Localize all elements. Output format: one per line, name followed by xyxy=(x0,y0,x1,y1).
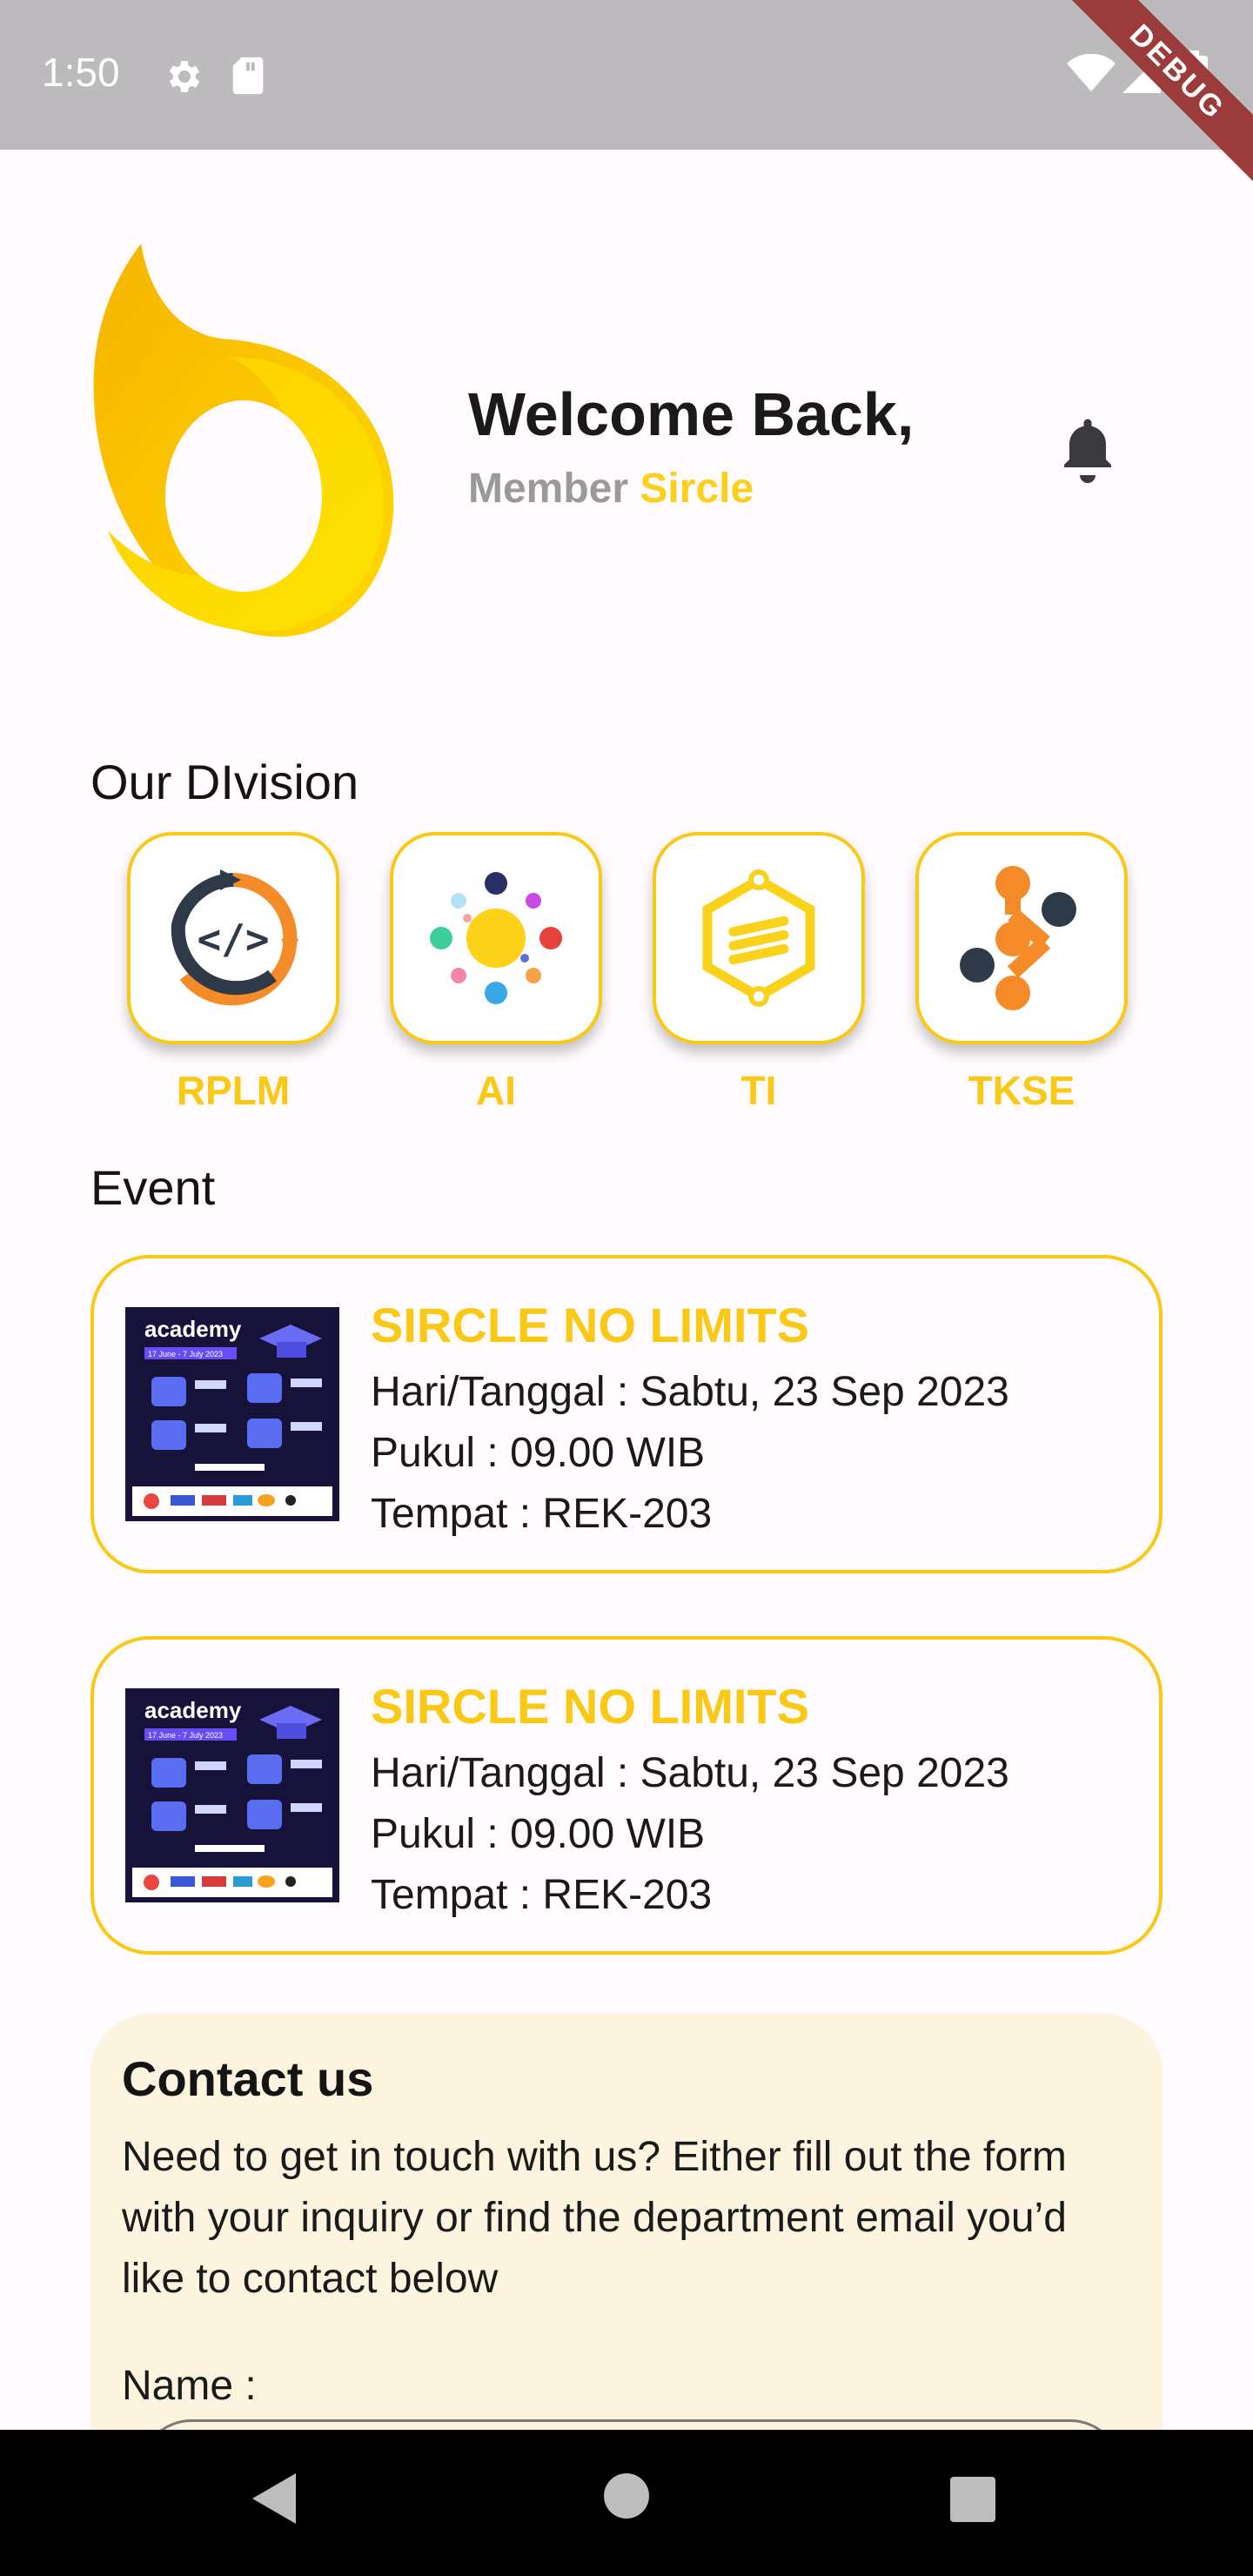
division-item-tkse[interactable]: TKSE xyxy=(915,832,1128,1114)
event-poster-image: academy 17 June - 7 July 2023 xyxy=(125,1307,339,1521)
division-label-ti: TI xyxy=(740,1068,777,1113)
division-label-rplm: RPLM xyxy=(176,1068,291,1113)
division-item-ti[interactable]: TI xyxy=(653,832,865,1114)
division-card-ai[interactable] xyxy=(390,832,602,1044)
poster-dates: 17 June - 7 July 2023 xyxy=(148,1350,223,1358)
division-item-ai[interactable]: AI xyxy=(390,832,602,1114)
node-share-icon xyxy=(960,866,1076,1010)
settings-icon xyxy=(169,61,200,92)
poster-title: academy xyxy=(144,1316,242,1342)
name-label: Name : xyxy=(122,2363,257,2409)
poster-title: academy xyxy=(144,1697,242,1723)
svg-text:</>: </> xyxy=(197,916,269,963)
member-subtitle: Member Sircle xyxy=(468,465,754,513)
event-title: SIRCLE NO LIMITS xyxy=(371,1298,809,1352)
status-bar: 1:50 DEBUG xyxy=(0,0,1253,191)
event-time: Pukul : 09.00 WIB xyxy=(371,1811,706,1857)
event-date: Hari/Tanggal : Sabtu, 23 Sep 2023 xyxy=(371,1369,1009,1415)
event-title: SIRCLE NO LIMITS xyxy=(371,1679,809,1734)
division-card-rplm[interactable]: </> xyxy=(127,832,339,1044)
event-place: Tempat : REK-203 xyxy=(371,1872,713,1918)
home-icon[interactable] xyxy=(604,2473,649,2519)
sircle-logo xyxy=(93,244,394,637)
sd-card-icon xyxy=(232,57,264,95)
division-item-rplm[interactable]: </> RPLM xyxy=(127,832,339,1114)
division-card-tkse[interactable] xyxy=(915,832,1128,1044)
welcome-heading: Welcome Back, xyxy=(468,380,915,448)
division-label-ai: AI xyxy=(476,1068,516,1113)
wifi-icon xyxy=(1067,54,1116,91)
contact-description: Need to get in touch with us? Either fil… xyxy=(122,2134,1067,2302)
system-nav-bar xyxy=(0,2430,1253,2576)
status-time: 1:50 xyxy=(42,50,120,95)
event-card[interactable]: academy 17 June - 7 July 2023 SIRCLE NO … xyxy=(90,1255,1163,1573)
code-cycle-icon: </> xyxy=(171,869,298,1006)
bell-icon[interactable] xyxy=(1056,414,1119,484)
recents-icon[interactable] xyxy=(950,2477,995,2522)
event-poster-image: academy 17 June - 7 July 2023 xyxy=(125,1688,339,1902)
hexagon-chip-icon xyxy=(702,869,815,1007)
brand-label: Sircle xyxy=(640,466,754,512)
event-time: Pukul : 09.00 WIB xyxy=(371,1430,706,1476)
event-section-title: Event xyxy=(90,1160,216,1215)
event-place: Tempat : REK-203 xyxy=(371,1491,713,1537)
division-section-title: Our DIvision xyxy=(90,755,359,809)
contact-title: Contact us xyxy=(122,2051,374,2106)
event-card[interactable]: academy 17 June - 7 July 2023 SIRCLE NO … xyxy=(90,1636,1163,1955)
event-date: Hari/Tanggal : Sabtu, 23 Sep 2023 xyxy=(371,1750,1009,1796)
division-label-tkse: TKSE xyxy=(968,1068,1075,1113)
ai-network-icon xyxy=(430,872,562,1004)
debug-banner: DEBUG xyxy=(1059,0,1253,191)
back-icon[interactable] xyxy=(252,2473,296,2524)
member-label: Member xyxy=(468,466,629,512)
division-card-ti[interactable] xyxy=(653,832,865,1044)
poster-dates: 17 June - 7 July 2023 xyxy=(148,1731,223,1740)
